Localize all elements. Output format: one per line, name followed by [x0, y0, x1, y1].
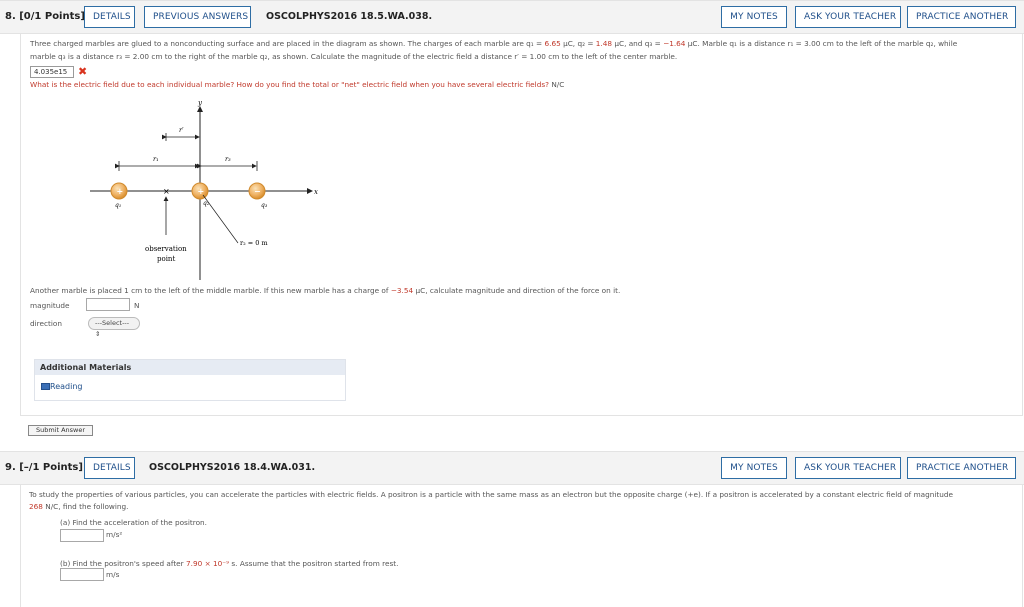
speed-unit: m/s — [106, 570, 120, 579]
q1-label: q₁ — [115, 202, 121, 209]
x-axis-label: x — [314, 188, 318, 196]
magnitude-unit: N — [134, 301, 140, 310]
acceleration-input[interactable] — [60, 529, 104, 542]
rprime-label: r′ — [179, 126, 184, 134]
svg-text:+: + — [117, 186, 124, 196]
answer-input[interactable]: 4.035e15 — [30, 66, 74, 78]
book-icon — [41, 383, 50, 390]
ask-teacher-button-q9[interactable]: ASK YOUR TEACHER — [795, 457, 901, 479]
question-8-text-line2: marble q₃ is a distance r₃ = 2.00 cm to … — [30, 52, 678, 61]
charge-diagram: y x r′ r₁ r₃ + + − × q₁ q₂ q₃ observatio… — [90, 99, 318, 280]
practice-another-button[interactable]: PRACTICE ANOTHER — [907, 6, 1016, 28]
question-8-points: 8. [0/1 Points] — [5, 11, 85, 22]
additional-materials-box: Additional Materials Reading — [34, 359, 346, 401]
details-button[interactable]: DETAILS — [84, 6, 135, 28]
question-8-part2-text: Another marble is placed 1 cm to the lef… — [30, 286, 621, 295]
magnitude-label: magnitude — [30, 301, 70, 310]
question-9-header: 9. [–/1 Points] DETAILS OSCOLPHYS2016 18… — [0, 451, 1024, 485]
observation-label-1: observation — [145, 245, 187, 253]
svg-text:−: − — [254, 186, 261, 196]
magnitude-input[interactable] — [86, 298, 130, 311]
incorrect-icon: ✖ — [78, 65, 88, 78]
q3-label: q₃ — [261, 202, 268, 209]
part-a-text: (a) Find the acceleration of the positro… — [60, 518, 207, 527]
hint-text: What is the electric field due to each i… — [30, 80, 565, 89]
observation-point-marker: × — [163, 187, 170, 196]
ask-teacher-button[interactable]: ASK YOUR TEACHER — [795, 6, 901, 28]
r3-label: r₃ — [225, 155, 231, 163]
acceleration-unit: m/s² — [106, 530, 123, 539]
submit-answer-button[interactable]: Submit Answer — [28, 425, 93, 436]
question-9-code: OSCOLPHYS2016 18.4.WA.031. — [149, 462, 316, 473]
reading-link[interactable]: Reading — [41, 382, 82, 391]
details-button-q9[interactable]: DETAILS — [84, 457, 135, 479]
speed-input[interactable] — [60, 568, 104, 581]
question-9-text-line2: 268 N/C, find the following. — [29, 502, 129, 511]
observation-label-2: point — [157, 255, 175, 263]
additional-materials-heading: Additional Materials — [35, 360, 345, 375]
previous-answers-button[interactable]: PREVIOUS ANSWERS — [144, 6, 251, 28]
practice-another-button-q9[interactable]: PRACTICE ANOTHER — [907, 457, 1016, 479]
my-notes-button[interactable]: MY NOTES — [721, 6, 787, 28]
svg-text:+: + — [198, 186, 205, 196]
r2-label: r₂ = 0 m — [240, 239, 268, 247]
question-8-header: 8. [0/1 Points] DETAILS PREVIOUS ANSWERS… — [0, 0, 1024, 34]
question-9-points: 9. [–/1 Points] — [5, 462, 83, 473]
question-9-panel — [20, 485, 1023, 607]
r1-label: r₁ — [153, 155, 159, 163]
direction-label: direction — [30, 319, 62, 328]
my-notes-button-q9[interactable]: MY NOTES — [721, 457, 787, 479]
question-9-text-line1: To study the properties of various parti… — [29, 490, 954, 499]
y-axis-label: y — [197, 99, 203, 107]
direction-select[interactable]: ---Select--- ⇕ — [88, 317, 140, 338]
question-8-text-line1: Three charged marbles are glued to a non… — [30, 39, 958, 48]
question-8-code: OSCOLPHYS2016 18.5.WA.038. — [266, 11, 433, 22]
